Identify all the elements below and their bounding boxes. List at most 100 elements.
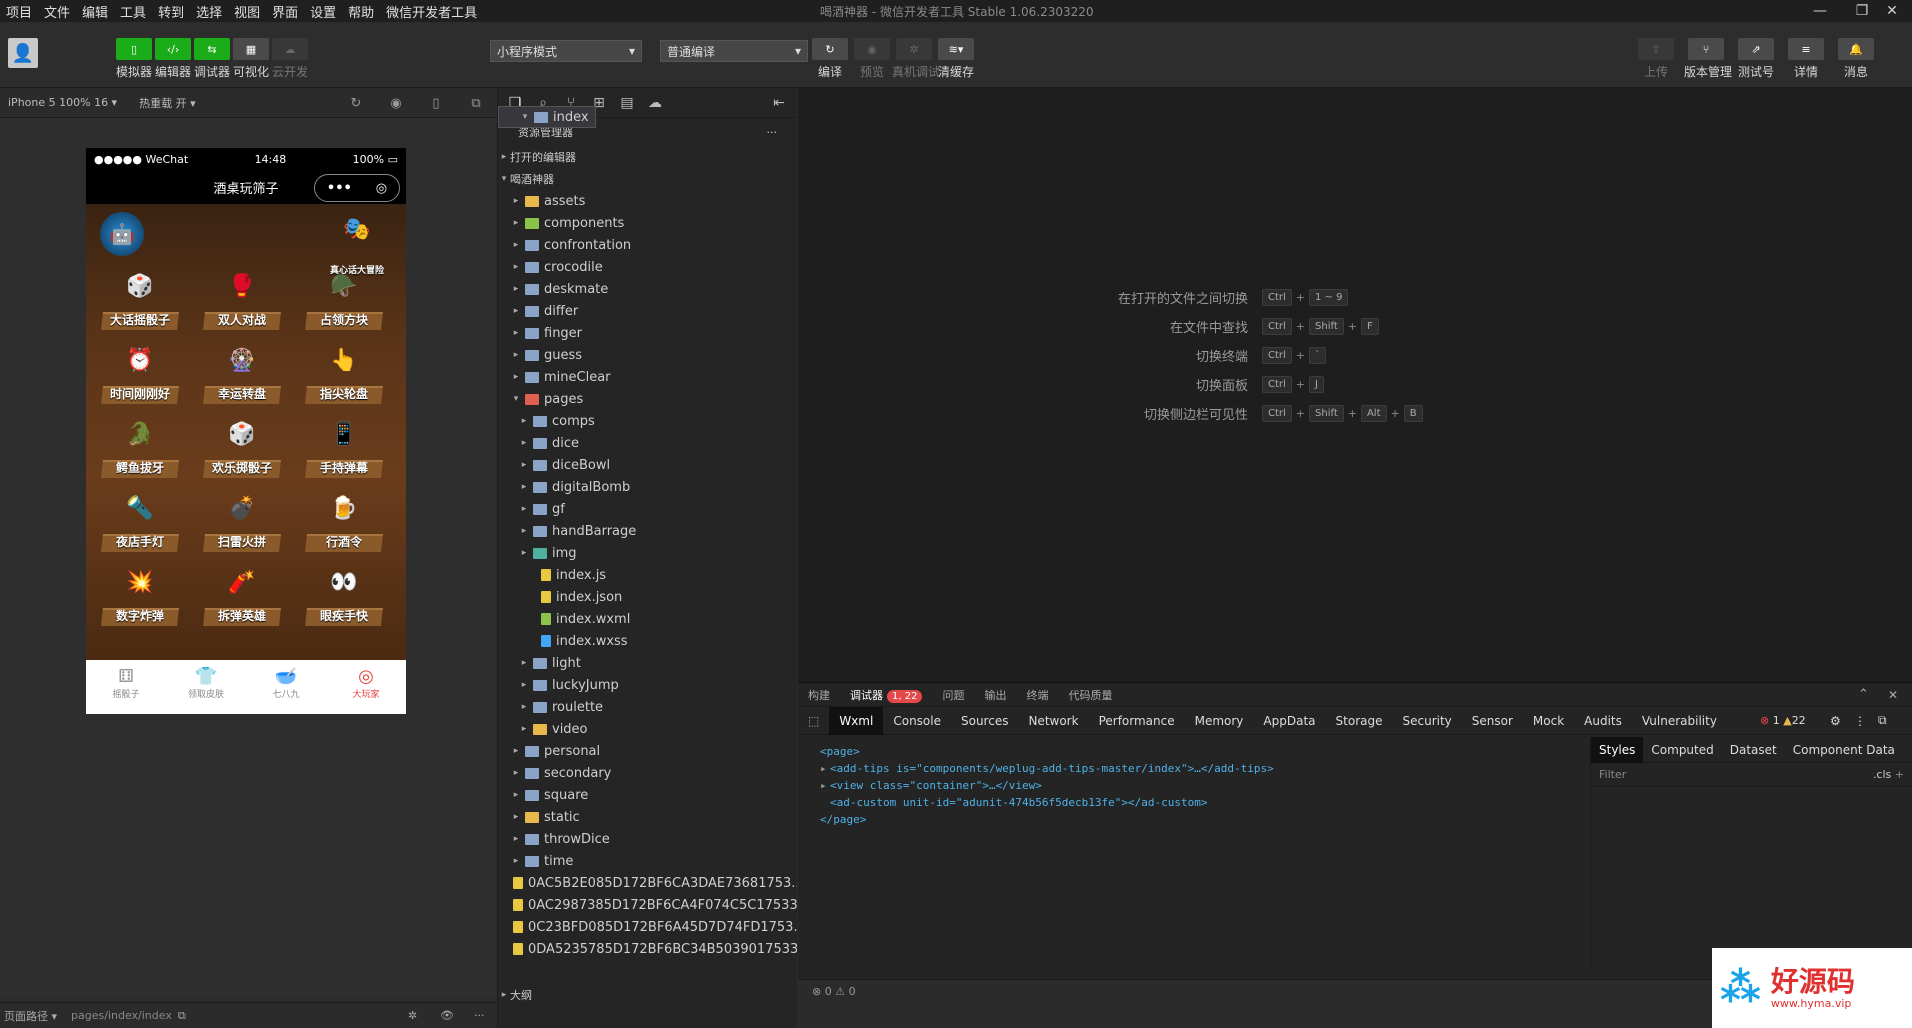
devtools-tab[interactable]: Vulnerability (1632, 707, 1727, 735)
folder-item[interactable]: ▾ index (498, 106, 596, 128)
folder-item[interactable]: ▸ dice (498, 432, 797, 454)
more-vert-icon[interactable]: ⋮ (1854, 714, 1866, 728)
file-item[interactable]: index.wxml (498, 608, 797, 630)
phone-icon[interactable]: ▯ (428, 96, 444, 112)
menu-item[interactable]: 帮助 (342, 2, 380, 21)
folder-item[interactable]: ▸ differ (498, 300, 797, 322)
refresh-icon[interactable]: ↻ (348, 96, 364, 112)
chevron-up-icon[interactable]: ⌃ (1858, 687, 1869, 702)
编辑器-button[interactable]: ‹/› 编辑器 (151, 38, 195, 80)
folder-item[interactable]: ▸ light (498, 652, 797, 674)
devtools-tab[interactable]: Console (883, 707, 951, 735)
filter-input[interactable]: Filter (1599, 768, 1626, 781)
mode-select[interactable]: 小程序模式 ▾ (490, 40, 642, 62)
menu-item[interactable]: 设置 (304, 2, 342, 21)
game-tile[interactable]: 🥊 双人对战 (198, 266, 286, 330)
compile-select[interactable]: 普通编译 ▾ (660, 40, 808, 62)
styles-tab[interactable]: Dataset (1722, 737, 1785, 763)
消息-button[interactable]: 🔔 消息 (1834, 38, 1878, 80)
调试器-button[interactable]: ⇆ 调试器 (190, 38, 234, 80)
styles-tab[interactable]: Component Data (1785, 737, 1903, 763)
folder-item[interactable]: ▸ deskmate (498, 278, 797, 300)
game-tile[interactable]: 🧨 拆弹英雄 (198, 562, 286, 626)
cloud-icon[interactable]: ☁ (646, 94, 664, 112)
folder-item[interactable]: ▸ confrontation (498, 234, 797, 256)
devtools-tab[interactable]: Performance (1089, 707, 1185, 735)
floating-robot-icon[interactable]: 🤖 (100, 212, 144, 256)
file-item[interactable]: index.json (498, 586, 797, 608)
game-tile[interactable]: 💥 数字炸弹 (96, 562, 184, 626)
模拟器-button[interactable]: ▯ 模拟器 (112, 38, 156, 80)
game-tile[interactable]: 🔦 夜店手灯 (96, 488, 184, 552)
folder-item[interactable]: ▸ comps (498, 410, 797, 432)
真机调试-button[interactable]: ✲ 真机调试 (892, 38, 940, 80)
expand-icon[interactable]: ▸ (820, 777, 830, 794)
expand-icon[interactable]: ▸ (820, 760, 830, 777)
inspect-icon[interactable]: ⬚ (798, 714, 829, 728)
styles-tab[interactable]: Styles (1591, 736, 1644, 763)
预览-button[interactable]: ◉ 预览 (850, 38, 894, 80)
编译-button[interactable]: ↻ 编译 (808, 38, 852, 80)
devtools-tab[interactable]: Audits (1574, 707, 1632, 735)
wxml-node[interactable]: </page> (810, 811, 1578, 828)
folder-item[interactable]: ▸ luckyJump (498, 674, 797, 696)
panel-tab[interactable]: 代码质量 (1058, 687, 1122, 703)
folder-item[interactable]: ▸ time (498, 850, 797, 872)
game-tile[interactable]: 🎲 大话摇骰子 (96, 266, 184, 330)
devtools-tab[interactable]: Security (1392, 707, 1461, 735)
devtools-tab[interactable]: Memory (1185, 707, 1254, 735)
folder-item[interactable]: ▸ assets (498, 190, 797, 212)
folder-item[interactable]: ▸ personal (498, 740, 797, 762)
menu-item[interactable]: 编辑 (76, 2, 114, 21)
more-icon[interactable]: ··· (474, 1009, 485, 1022)
phone-tab[interactable]: 👕 领取皮肤 (166, 660, 246, 714)
devtools-tab[interactable]: Wxml (829, 706, 884, 735)
wxml-node[interactable]: ▸ <view class="container">…</view> (810, 777, 1578, 794)
file-item[interactable]: 0AC2987385D172BF6CA4F074C5C17533... (498, 894, 797, 916)
menu-item[interactable]: 界面 (266, 2, 304, 21)
phone-tab[interactable]: ◎ 大玩家 (326, 660, 406, 714)
feature-tile[interactable]: 🙋 邀请好友 (390, 212, 406, 276)
menu-item[interactable]: 微信开发者工具 (380, 2, 483, 21)
wxml-node[interactable]: ▸ <add-tips is="components/weplug-add-tip… (810, 760, 1578, 777)
devtools-tab[interactable]: Sources (951, 707, 1018, 735)
devtools-tab[interactable]: AppData (1253, 707, 1325, 735)
add-icon[interactable]: + (1895, 768, 1904, 781)
settings-icon[interactable]: ⚙ (1830, 714, 1841, 728)
file-item[interactable]: 0AC5B2E085D172BF6CA3DAE73681753... (498, 872, 797, 894)
folder-item[interactable]: ▸ finger (498, 322, 797, 344)
dock-icon[interactable]: ⧉ (1878, 713, 1887, 728)
menu-item[interactable]: 选择 (190, 2, 228, 21)
styles-tab[interactable]: Computed (1643, 737, 1721, 763)
上传-button[interactable]: ⇧ 上传 (1634, 38, 1678, 80)
outline-section[interactable]: ▸ 大纲 (498, 984, 798, 1006)
folder-item[interactable]: ▸ static (498, 806, 797, 828)
folder-item[interactable]: ▸ roulette (498, 696, 797, 718)
collapse-panel-icon[interactable]: ⇤ (770, 94, 788, 112)
folder-item[interactable]: ▸ video (498, 718, 797, 740)
game-tile[interactable]: 💣 扫雷火拼 (198, 488, 286, 552)
file-item[interactable]: 0C23BFD085D172BF6A45D7D74FD1753... (498, 916, 797, 938)
more-icon[interactable]: ••• (327, 181, 352, 196)
page-path-select[interactable]: 页面路径 ▾ (4, 1008, 57, 1024)
close-capsule-icon[interactable]: ◎ (376, 181, 387, 196)
file-item[interactable]: index.wxss (498, 630, 797, 652)
folder-item[interactable]: ▸ crocodile (498, 256, 797, 278)
folder-item[interactable]: ▸ diceBowl (498, 454, 797, 476)
wxml-node[interactable]: <page> (810, 743, 1578, 760)
panel-tab[interactable]: 问题 (932, 687, 974, 703)
版本管理-button[interactable]: ⑂ 版本管理 (1684, 38, 1732, 80)
folder-item[interactable]: ▸ secondary (498, 762, 797, 784)
close-panel-icon[interactable]: ✕ (1888, 688, 1898, 702)
minimize-button[interactable]: — (1800, 0, 1840, 22)
devtools-tab[interactable]: Sensor (1462, 707, 1523, 735)
popout-icon[interactable]: ⧉ (468, 96, 484, 112)
folder-item[interactable]: ▸ components (498, 212, 797, 234)
copy-icon[interactable]: ⧉ (178, 1009, 186, 1023)
devtools-tab[interactable]: Network (1018, 707, 1088, 735)
cls-button[interactable]: .cls (1873, 768, 1891, 781)
wxml-node[interactable]: <ad-custom unit-id="adunit-474b56f5decb1… (810, 794, 1578, 811)
game-tile[interactable]: 📱 手持弹幕 (300, 414, 388, 478)
folder-item[interactable]: ▸ digitalBomb (498, 476, 797, 498)
phone-tab[interactable]: 🥣 七八九 (246, 660, 326, 714)
